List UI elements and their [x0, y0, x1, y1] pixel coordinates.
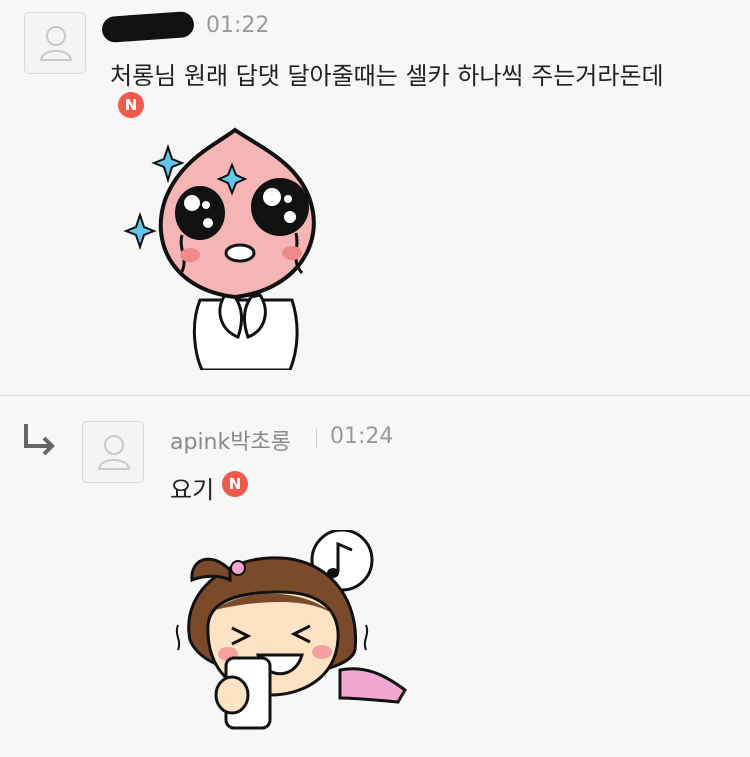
- new-badge: N: [222, 471, 248, 497]
- girl-selfie-sticker: [175, 530, 407, 730]
- reply-arrow-icon: [24, 424, 55, 456]
- separator: [316, 428, 317, 448]
- default-user-icon: [39, 26, 73, 61]
- crying-peach-sticker: [123, 127, 316, 370]
- new-badge: N: [118, 92, 144, 118]
- comment-time: 01:22: [206, 13, 270, 38]
- comment-avatar[interactable]: [24, 12, 86, 74]
- reply-time: 01:24: [330, 424, 394, 449]
- default-user-icon: [97, 435, 131, 470]
- comment-text: 처롱님 원래 답댓 달아줄때는 셀카 하나씩 주는거라돈데: [110, 62, 664, 90]
- reply-text: 요기: [170, 476, 215, 504]
- redacted-nickname: [101, 10, 195, 44]
- reply-avatar[interactable]: [82, 421, 144, 483]
- reply-nickname[interactable]: apink박초롱: [170, 424, 291, 456]
- comment-divider: [0, 395, 750, 396]
